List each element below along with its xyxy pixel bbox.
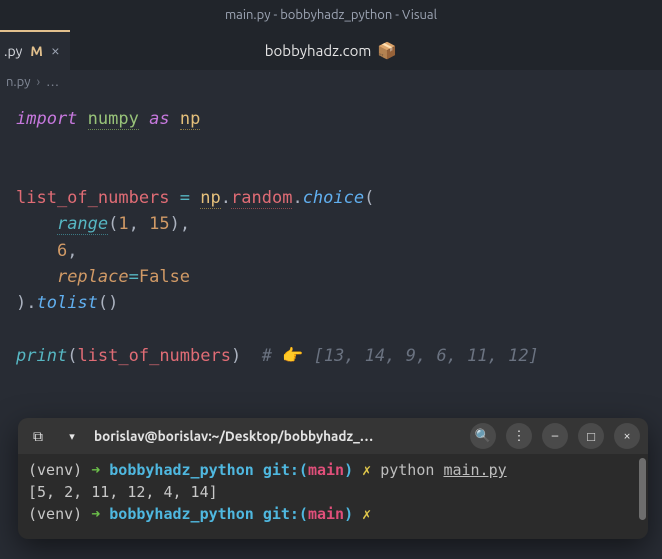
chevron-down-icon: ▾ [69, 430, 75, 443]
window-title: main.py - bobbyhadz_python - Visual [225, 8, 437, 22]
tab-modified-marker: M [30, 43, 42, 59]
parens-empty: () [98, 293, 118, 313]
terminal-line: (venv) ➜ bobbyhadz_python git:(main) ✗ [28, 504, 638, 526]
git-label: git:( [263, 461, 308, 479]
paren-open: ( [67, 346, 77, 366]
search-icon: 🔍 [475, 429, 491, 444]
venv-label: (venv) [28, 461, 82, 479]
chevron-right-icon: › [36, 75, 40, 89]
paren-close: ) [170, 214, 180, 234]
close-tab-icon[interactable]: × [51, 43, 60, 59]
paren-open: ( [108, 214, 118, 234]
var-list-ref: list_of_numbers [77, 346, 231, 366]
close-button[interactable]: × [614, 423, 640, 449]
breadcrumb-file[interactable]: n.py [6, 75, 30, 89]
terminal-scrollbar[interactable] [639, 458, 646, 520]
fn-print: print [16, 346, 67, 366]
terminal-window: ⧉ ▾ borislav@borislav:~/Desktop/bobbyhad… [18, 418, 648, 539]
comment-hash: # [262, 346, 272, 366]
dot: . [26, 293, 36, 313]
comma: , [67, 241, 77, 261]
keyword-as: as [149, 109, 169, 129]
git-close: ) [344, 505, 353, 523]
ref-np: np [200, 188, 220, 209]
code-editor[interactable]: import numpy as np list_of_numbers = np.… [0, 94, 662, 385]
paren-open: ( [364, 188, 374, 208]
git-branch: main [308, 461, 344, 479]
terminal-body[interactable]: (venv) ➜ bobbyhadz_python git:(main) ✗ p… [18, 454, 648, 539]
new-tab-button[interactable]: ⧉ [26, 424, 50, 448]
git-label: git:( [263, 505, 308, 523]
var-list: list_of_numbers [16, 188, 170, 208]
breadcrumb[interactable]: n.py › … [0, 70, 662, 94]
overlay-banner: bobbyhadz.com 📦 [265, 41, 398, 60]
new-tab-icon: ⧉ [33, 428, 43, 445]
title-bar: main.py - bobbyhadz_python - Visual [0, 0, 662, 30]
comment-output: [13, 14, 9, 6, 11, 12] [314, 346, 539, 366]
package-icon: 📦 [377, 41, 397, 60]
fn-choice: choice [303, 188, 364, 208]
alias-np: np [180, 109, 200, 130]
terminal-title: borislav@borislav:~/Desktop/bobbyhadz_… [94, 428, 460, 444]
dot: . [292, 188, 302, 208]
module-numpy: numpy [88, 109, 139, 130]
minimize-icon: – [552, 429, 558, 443]
keyword-import: import [16, 109, 77, 129]
num-6: 6 [57, 241, 67, 261]
dirty-icon: ✗ [362, 505, 371, 523]
pointing-right-icon: 👉 [282, 346, 303, 366]
num-1: 1 [118, 214, 128, 234]
fn-tolist: tolist [37, 293, 98, 313]
git-branch: main [308, 505, 344, 523]
terminal-output: [5, 2, 11, 12, 4, 14] [28, 482, 638, 504]
attr-random: random [231, 188, 292, 209]
editor-tab-active[interactable]: .py M × [0, 30, 70, 70]
prompt-cwd: bobbyhadz_python [109, 461, 254, 479]
tab-bar: .py M × bobbyhadz.com 📦 [0, 30, 662, 70]
tab-dropdown-button[interactable]: ▾ [60, 424, 84, 448]
git-close: ) [344, 461, 353, 479]
terminal-header: ⧉ ▾ borislav@borislav:~/Desktop/bobbyhad… [18, 418, 648, 454]
prompt-arrow-icon: ➜ [91, 461, 100, 479]
tab-filename: .py [4, 43, 22, 59]
maximize-button[interactable]: □ [578, 423, 604, 449]
prompt-arrow-icon: ➜ [91, 505, 100, 523]
maximize-icon: □ [587, 429, 595, 444]
venv-label: (venv) [28, 505, 82, 523]
terminal-line: (venv) ➜ bobbyhadz_python git:(main) ✗ p… [28, 460, 638, 482]
dot: . [221, 188, 231, 208]
menu-button[interactable]: ⋮ [506, 423, 532, 449]
fn-range: range [57, 214, 108, 235]
dirty-icon: ✗ [362, 461, 371, 479]
op-eq: = [180, 188, 190, 208]
op-eq: = [129, 267, 139, 287]
breadcrumb-rest[interactable]: … [46, 75, 59, 89]
kwarg-replace: replace [57, 267, 129, 287]
search-button[interactable]: 🔍 [470, 423, 496, 449]
num-15: 15 [149, 214, 169, 234]
minimize-button[interactable]: – [542, 423, 568, 449]
overlay-text: bobbyhadz.com [265, 42, 372, 59]
close-icon: × [623, 429, 630, 443]
const-false: False [139, 267, 190, 287]
prompt-cwd: bobbyhadz_python [109, 505, 254, 523]
kebab-menu-icon: ⋮ [513, 429, 526, 444]
paren-close: ) [16, 293, 26, 313]
cmd-python: python [380, 461, 434, 479]
comma: , [129, 214, 139, 234]
comma: , [180, 214, 190, 234]
paren-close: ) [231, 346, 241, 366]
cmd-file: main.py [443, 461, 506, 479]
